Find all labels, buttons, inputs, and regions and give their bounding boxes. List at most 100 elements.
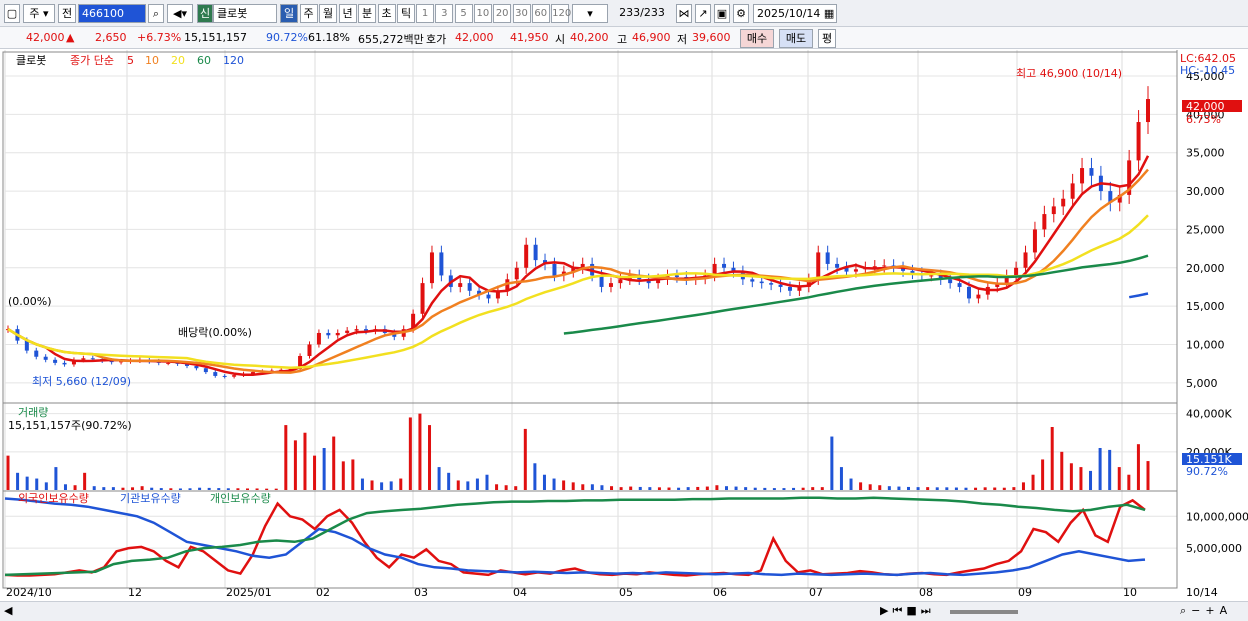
volume-bar [830,436,834,490]
price-tick-label: 10,000 [1186,338,1225,351]
interval-button[interactable]: 3 [435,4,454,23]
scroll-bar[interactable]: ◀ ▶⏮■⏭ ⌕−+A [0,601,1248,621]
candle-body [203,368,208,373]
candle-body [467,283,472,291]
gear-icon[interactable]: ⚙ [733,4,749,23]
candle-body [524,244,529,268]
volume-bar [475,478,479,490]
volume-bar [581,484,585,490]
interval-button[interactable]: 60 [531,4,550,23]
buy-button[interactable]: 매수 [740,29,774,48]
low-price: 39,600 [692,31,731,44]
price-tick-label: 5,000 [1186,377,1218,390]
period-tab[interactable]: 틱 [397,4,415,23]
window-icon[interactable]: ▢ [4,4,20,23]
cursor-icon[interactable]: ↗ [695,4,711,23]
volume-bar [897,486,901,490]
range-select[interactable]: ▾ [572,4,608,23]
code-input[interactable]: 466100 [78,4,146,23]
interval-button[interactable]: 1 [416,4,434,23]
link-icon[interactable]: ⋈ [676,4,692,23]
playback-controls[interactable]: ▶⏮■⏭ [880,604,935,618]
interval-button[interactable]: 120 [551,4,571,23]
volume-bar [1089,470,1093,490]
volume-bar [772,488,776,490]
period-tab[interactable]: 주 [299,4,318,23]
price-change-pct: +6.73% [137,31,182,44]
volume-ratio: 90.72% [266,31,308,44]
volume-bar [964,487,968,490]
volume-bar [188,488,192,490]
volume-bar [792,487,796,490]
zoom-slider[interactable] [950,610,1018,614]
ma-legend-item: 5 [127,54,134,67]
eval-button[interactable]: 평 [818,29,836,48]
volume-bar [1136,444,1140,490]
candle-body [787,286,792,291]
volume-bar [1098,448,1102,490]
candle-body [976,294,981,299]
volume-bar [63,484,67,490]
period-tab[interactable]: 초 [377,4,396,23]
period-tab[interactable]: 일 [280,4,298,23]
sell-button[interactable]: 매도 [779,29,813,48]
volume-bar [945,487,949,490]
interval-button[interactable]: 20 [493,4,512,23]
candle-body [232,375,237,377]
interval-button[interactable]: 30 [512,4,531,23]
date-input[interactable]: 2025/10/14 ▦ [753,4,837,23]
period-tab[interactable]: 년 [338,4,357,23]
volume-bar [753,487,757,490]
candle-body [533,244,538,261]
candle-body [618,279,623,284]
speaker-icon[interactable]: ◀▾ [167,4,193,23]
volume-bar [533,463,537,490]
count-value: 233 [619,6,641,19]
search-icon[interactable]: ⌕ [148,4,164,23]
volume-bar [1146,461,1150,490]
candle-body [166,362,171,364]
volume-bar [380,482,384,490]
volume-bar [159,488,163,490]
volume-bar [418,413,422,490]
candle-body [34,350,39,357]
volume-bar [820,487,824,490]
quote-bar: 42,000 ▲ 2,650 +6.73% 15,151,157 90.72% … [0,27,1248,49]
candle-body [222,375,227,377]
volume-bar [226,488,230,490]
ma-legend-item: 10 [145,54,159,67]
price-tick-label: 25,000 [1186,223,1225,236]
candle-body [929,275,934,277]
holdings-legend: 외국인보유수량 기관보유수량 개인보유수량 [18,492,271,505]
zoom-controls[interactable]: ⌕−+A [1180,604,1232,618]
interval-button[interactable]: 5 [454,4,473,23]
volume-bar [907,486,911,490]
candle-body [1146,99,1150,123]
volume-value: 15,151,157 [184,31,247,44]
volume-bar [54,467,58,490]
save-icon[interactable]: ▣ [714,4,730,23]
candle-body [458,283,463,287]
low-annotation: 최저 5,660 (12/09) [32,375,131,388]
volume-bar [1117,467,1121,490]
interval-button[interactable]: 10 [473,4,492,23]
market-select[interactable]: 주 ▾ [23,4,55,23]
volume-bar [1079,467,1083,490]
prev-button[interactable]: 전 [58,4,76,23]
scroll-left-icon[interactable]: ◀ [4,604,12,617]
ma-legend-item: 120 [223,54,244,67]
volume-bar [523,428,527,490]
stock-name-field[interactable]: 클로봇 [213,4,277,23]
volume-bar [274,488,278,490]
volume-tick-label: 40,000K [1186,408,1232,421]
period-tab[interactable]: 분 [358,4,376,23]
current-price: 42,000 [26,31,65,44]
volume-bar [744,487,748,490]
volume-bar [1050,427,1054,490]
candle-body [853,269,858,272]
stock-chart[interactable]: 5,000 10,000 15,000 20,000 25,000 30,000 35,00… [0,50,1248,601]
candle-body [1014,267,1019,276]
candle-body [1061,198,1066,207]
period-tab[interactable]: 월 [319,4,337,23]
volume-bar [245,488,249,490]
